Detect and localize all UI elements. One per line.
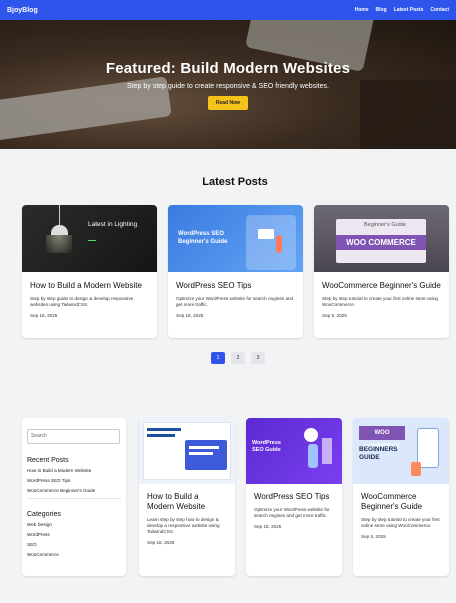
- brand-logo[interactable]: BjoyBlog: [7, 7, 38, 14]
- post-excerpt: Step by step tutorial to create your fir…: [361, 517, 440, 528]
- post-title[interactable]: WordPress SEO Tips: [176, 281, 295, 291]
- recent-post-link[interactable]: WordPress SEO Tips: [27, 478, 121, 483]
- post-title[interactable]: WooCommerce Beginner's Guide: [322, 281, 441, 291]
- divider: [27, 497, 121, 499]
- post-date: Sep 18, 2025: [254, 523, 282, 529]
- post-excerpt: Step by step guide to design & develop r…: [30, 296, 134, 307]
- pagination: 1 2 3: [211, 352, 265, 364]
- post-thumbnail: [139, 418, 235, 484]
- post-excerpt: Learn step by step how to design & devel…: [147, 517, 220, 534]
- thumb-caption: WordPress SEO Beginner's Guide: [178, 231, 228, 245]
- post-date: Sep 18, 2025: [30, 312, 58, 318]
- post-thumbnail: WordPress SEO Guide: [246, 418, 342, 484]
- post-card[interactable]: WOO COMMERCE BEGINNERS GUIDE WooCommerce…: [353, 418, 449, 576]
- post-card[interactable]: Latest in Lighting How to Build a Modern…: [22, 205, 157, 338]
- sidebar: Recent Posts How to Build a Modern Websi…: [22, 418, 126, 576]
- latest-posts-heading: Latest Posts: [202, 176, 268, 188]
- post-title[interactable]: WooCommerce Beginner's Guide: [361, 492, 441, 512]
- post-card[interactable]: WordPress SEO Beginner's Guide WordPress…: [168, 205, 303, 338]
- post-thumbnail: Beginner's Guide WOO COMMERCE: [314, 205, 449, 272]
- woocommerce-logo: WOO COMMERCE: [336, 235, 426, 250]
- post-thumbnail: WOO COMMERCE BEGINNERS GUIDE: [353, 418, 449, 484]
- nav-link-latest-posts[interactable]: Latest Posts: [394, 7, 424, 13]
- post-excerpt: Step by step tutorial to create your fir…: [322, 296, 438, 307]
- categories-heading: Categories: [27, 510, 61, 518]
- nav-links: Home Blog Latest Posts Contact: [355, 7, 449, 13]
- post-thumbnail: Latest in Lighting: [22, 205, 157, 272]
- category-link[interactable]: SEO: [27, 542, 121, 547]
- recent-post-link[interactable]: WooCommerce Beginner's Guide: [27, 488, 121, 493]
- page-button-2[interactable]: 2: [231, 352, 245, 364]
- category-link[interactable]: WordPress: [27, 532, 121, 537]
- recent-posts-heading: Recent Posts: [27, 456, 69, 464]
- page-button-1[interactable]: 1: [211, 352, 225, 364]
- post-date: Sep 5, 2025: [361, 533, 386, 539]
- post-thumbnail: WordPress SEO Beginner's Guide: [168, 205, 303, 272]
- category-link[interactable]: WooCommerce: [27, 552, 121, 557]
- category-link[interactable]: Web Design: [27, 522, 121, 527]
- recent-post-link[interactable]: How to Build a Modern Website: [27, 468, 121, 473]
- post-card[interactable]: Beginner's Guide WOO COMMERCE WooCommerc…: [314, 205, 449, 338]
- thumb-caption: Beginner's Guide: [363, 222, 407, 228]
- read-now-button[interactable]: Read Now: [207, 96, 249, 110]
- post-title[interactable]: WordPress SEO Tips: [254, 492, 334, 502]
- hero-title: Featured: Build Modern Websites: [105, 60, 351, 77]
- post-date: Sep 18, 2025: [147, 539, 175, 545]
- hero-banner: Featured: Build Modern Websites Step by …: [0, 20, 456, 149]
- top-navbar: BjoyBlog Home Blog Latest Posts Contact: [0, 0, 456, 20]
- nav-link-blog[interactable]: Blog: [376, 7, 387, 13]
- post-title[interactable]: How to Build a Modern Website: [147, 492, 227, 512]
- post-card[interactable]: How to Build a Modern Website Learn step…: [139, 418, 235, 576]
- post-card[interactable]: WordPress SEO Guide WordPress SEO Tips O…: [246, 418, 342, 576]
- recent-posts-list: How to Build a Modern Website WordPress …: [27, 468, 121, 493]
- hero-subtitle: Step by step guide to create responsive …: [127, 83, 329, 90]
- post-excerpt: Optimize your WordPress website for sear…: [254, 507, 330, 518]
- categories-list: Web Design WordPress SEO WooCommerce: [27, 522, 121, 557]
- search-input[interactable]: [27, 428, 120, 444]
- post-date: Sep 18, 2025: [176, 312, 204, 318]
- thumb-caption: Latest in Lighting: [88, 221, 138, 228]
- post-title[interactable]: How to Build a Modern Website: [30, 281, 149, 291]
- woocommerce-logo: WOO COMMERCE: [359, 426, 405, 450]
- nav-link-home[interactable]: Home: [355, 7, 369, 13]
- post-excerpt: Optimize your WordPress website for sear…: [176, 296, 294, 307]
- post-date: Sep 5, 2025: [322, 312, 347, 318]
- nav-link-contact[interactable]: Contact: [430, 7, 449, 13]
- page-button-3[interactable]: 3: [251, 352, 265, 364]
